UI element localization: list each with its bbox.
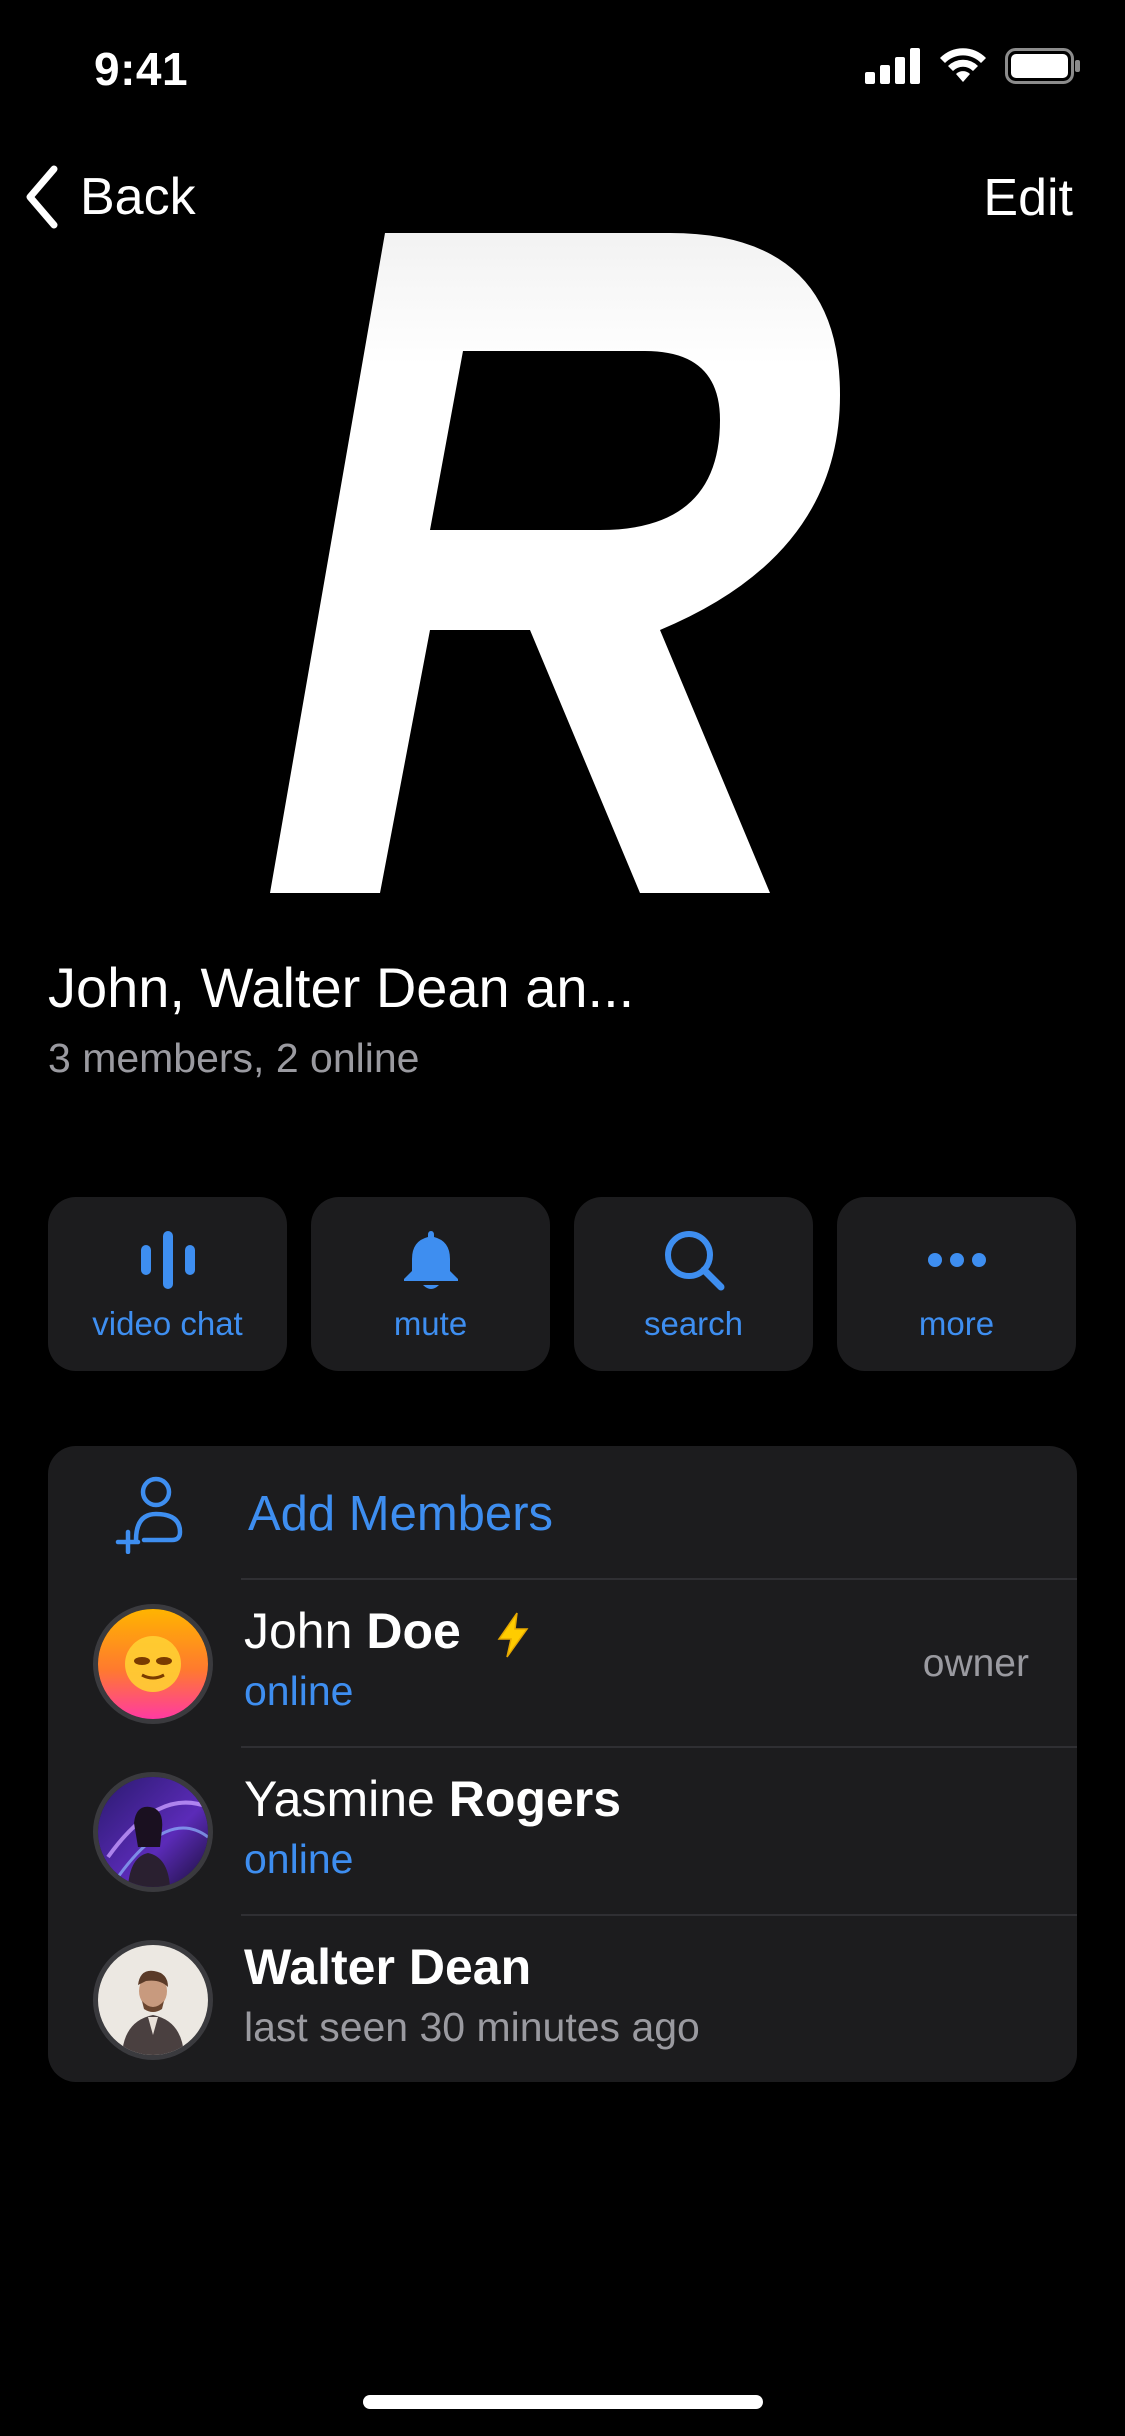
avatar (93, 1604, 213, 1724)
video-chat-button[interactable]: video chat (48, 1197, 287, 1371)
member-row-walter-dean[interactable]: Walter Dean last seen 30 minutes ago (48, 1916, 1077, 2082)
wifi-icon (940, 48, 986, 82)
back-button[interactable]: Back (22, 165, 196, 229)
back-label: Back (80, 168, 196, 226)
mute-button[interactable]: mute (311, 1197, 550, 1371)
group-title: John, Walter Dean an... (48, 956, 635, 1019)
member-status: last seen 30 minutes ago (244, 2004, 700, 2050)
search-label: search (643, 1305, 744, 1342)
more-button[interactable]: more (837, 1197, 1076, 1371)
status-icons (865, 48, 1081, 84)
member-name: John Doe (244, 1602, 533, 1660)
member-name: Walter Dean (244, 1938, 531, 1996)
member-status: online (244, 1668, 354, 1714)
search-button[interactable]: search (574, 1197, 813, 1371)
member-last-name: Rogers (448, 1771, 621, 1827)
add-members-button[interactable]: Add Members (48, 1446, 1077, 1578)
more-icon (922, 1225, 992, 1295)
video-chat-label: video chat (92, 1305, 243, 1342)
group-avatar[interactable] (250, 225, 870, 905)
chevron-left-icon (26, 165, 58, 229)
cellular-signal-icon (865, 48, 920, 84)
status-bar: 9:41 (0, 0, 1125, 140)
member-last-name: Dean (408, 1939, 532, 1995)
member-role-badge: owner (922, 1642, 1029, 1685)
member-name: Yasmine Rogers (244, 1770, 621, 1828)
member-status: online (244, 1836, 354, 1882)
add-user-icon (115, 1476, 183, 1554)
action-bar: video chat mute search more (48, 1197, 1076, 1371)
group-subtitle: 3 members, 2 online (48, 1035, 420, 1081)
avatar (93, 1940, 213, 2060)
member-row-john-doe[interactable]: John Doe online owner (48, 1580, 1077, 1748)
member-last-name: Doe (366, 1603, 461, 1659)
battery-icon (1005, 48, 1080, 84)
home-indicator[interactable] (363, 2395, 763, 2409)
status-time: 9:41 (94, 43, 189, 95)
member-first-name: Walter (244, 1939, 395, 1995)
members-list: Add Members John Doe online owner Yasmin… (48, 1446, 1077, 2082)
add-members-label: Add Members (248, 1487, 554, 1541)
search-icon (659, 1225, 729, 1295)
more-label: more (918, 1305, 995, 1342)
edit-button[interactable]: Edit (983, 168, 1073, 228)
voice-chat-icon (133, 1225, 203, 1295)
lightning-icon (497, 1612, 529, 1658)
member-first-name: John (244, 1603, 353, 1659)
mute-label: mute (393, 1305, 468, 1342)
group-avatar-letter (270, 233, 840, 893)
avatar (93, 1772, 213, 1892)
bell-icon (396, 1225, 466, 1295)
member-row-yasmine-rogers[interactable]: Yasmine Rogers online (48, 1748, 1077, 1916)
member-first-name: Yasmine (244, 1771, 435, 1827)
